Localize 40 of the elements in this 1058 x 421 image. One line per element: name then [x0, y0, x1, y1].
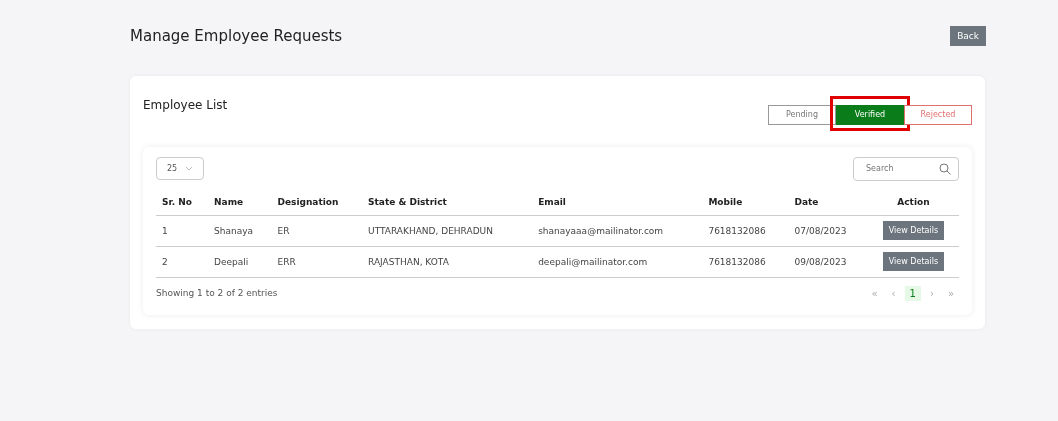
- back-button[interactable]: Back: [950, 26, 986, 46]
- table-cell: ERR: [271, 246, 363, 277]
- column-header: Action: [867, 188, 959, 215]
- search-field[interactable]: Search: [853, 156, 959, 181]
- column-header: State & District: [362, 188, 533, 215]
- table-cell: 09/08/2023: [788, 246, 868, 277]
- chevron-down-icon: [185, 166, 194, 171]
- table-cell: 1: [156, 215, 209, 246]
- table-cell: ER: [271, 215, 363, 246]
- pagination-link[interactable]: ‹: [886, 285, 901, 301]
- column-header: Email: [532, 188, 703, 215]
- table-cell: 2: [156, 246, 209, 277]
- page-title: Manage Employee Requests: [130, 27, 343, 45]
- pagination-link[interactable]: ›: [924, 285, 939, 301]
- table-cell: shanayaaa@mailinator.com: [532, 215, 703, 246]
- entries-info: Showing 1 to 2 of 2 entries: [156, 288, 278, 298]
- table-cell: RAJASTHAN, KOTA: [362, 246, 533, 277]
- filter-tab[interactable]: Rejected: [904, 104, 972, 125]
- column-header: Mobile: [702, 188, 789, 215]
- table-cell: 7618132086: [702, 215, 789, 246]
- column-header: Designation: [271, 188, 363, 215]
- table-cell: 7618132086: [702, 246, 789, 277]
- filter-tab[interactable]: Pending: [768, 104, 836, 125]
- column-header: Sr. No: [156, 188, 209, 215]
- table-cell: deepali@mailinator.com: [532, 246, 703, 277]
- column-header: Date: [788, 188, 868, 215]
- pagination-link[interactable]: 1: [904, 285, 921, 301]
- page-size-select[interactable]: 25: [156, 157, 205, 180]
- table-cell: 07/08/2023: [788, 215, 868, 246]
- view-details-button[interactable]: View Details: [882, 221, 945, 240]
- view-details-button[interactable]: View Details: [882, 252, 945, 271]
- table-cell: UTTARAKHAND, DEHRADUN: [362, 215, 533, 246]
- filter-tab[interactable]: Verified: [836, 104, 904, 125]
- pagination-link[interactable]: »: [942, 285, 959, 301]
- card-title: Employee List: [143, 97, 228, 112]
- column-header: Name: [208, 188, 272, 215]
- search-icon: [939, 162, 951, 175]
- table-cell: Shanaya: [208, 215, 272, 246]
- table-cell: Deepali: [208, 246, 272, 277]
- pagination-link[interactable]: «: [866, 285, 883, 301]
